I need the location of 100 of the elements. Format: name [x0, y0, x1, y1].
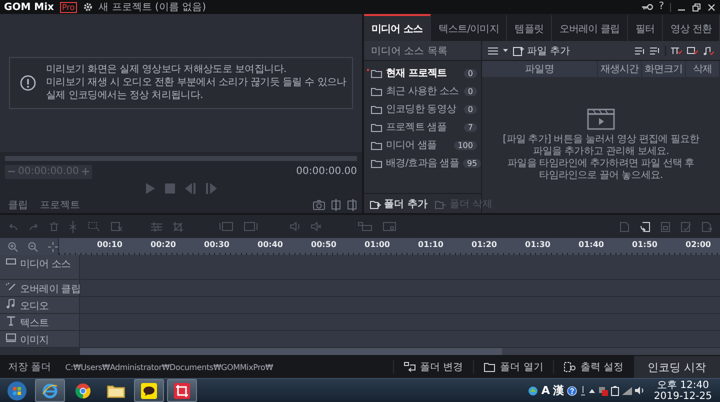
source-item[interactable]: 인코딩한 동영상 0 [364, 100, 481, 118]
column-header[interactable]: 재생시간 [598, 61, 642, 77]
folder-icon [371, 86, 382, 96]
key-icon[interactable] [642, 3, 653, 11]
track-header[interactable]: 텍스트 [0, 314, 80, 330]
screen-link-icon[interactable] [383, 222, 396, 231]
folder-icon[interactable] [107, 384, 125, 398]
fit-icon[interactable] [48, 242, 58, 252]
save-icon[interactable] [661, 222, 670, 232]
split-left-icon[interactable] [331, 198, 341, 210]
fade-out-icon[interactable] [244, 222, 258, 231]
ruler-label: 00:50 [310, 239, 338, 251]
redo-icon[interactable] [29, 222, 39, 230]
clock[interactable]: 오후 12:40 2019-12-25 [648, 380, 718, 402]
preview-tab[interactable]: 클립 [5, 198, 31, 212]
export-file-icon[interactable] [702, 222, 712, 232]
clip-delete-icon[interactable] [111, 222, 123, 232]
notice-text: 실제 인코딩에서는 정상 처리됩니다. [46, 90, 204, 102]
folder-icon [371, 140, 382, 150]
track-header[interactable]: 미디어 소스 [0, 255, 80, 279]
trash-icon[interactable] [50, 222, 58, 231]
sort-down-icon[interactable] [650, 46, 660, 54]
column-header[interactable]: 삭제 [686, 61, 720, 77]
count-badge: 0 [464, 104, 477, 114]
signal-icon[interactable] [622, 386, 632, 394]
source-item[interactable]: 현재 프로젝트 0 [364, 64, 481, 82]
input-method-indicator[interactable]: 漢 [552, 383, 564, 398]
screen-switch-icon[interactable] [358, 222, 372, 231]
source-item[interactable]: 배경/효과음 샘플 95 [364, 154, 481, 172]
folder-icon [484, 362, 496, 372]
save-as-icon[interactable] [681, 222, 691, 232]
zoom-out-icon[interactable] [28, 242, 38, 252]
restore-icon[interactable] [692, 2, 701, 12]
show-hidden-icon[interactable] [588, 388, 595, 393]
video-app-icon[interactable] [174, 382, 190, 398]
minus-icon[interactable] [8, 168, 15, 175]
help-button[interactable]: ? [658, 1, 664, 13]
column-header[interactable]: 파일명 [482, 61, 598, 77]
footer-button[interactable]: 폴더 열기 [473, 360, 554, 374]
stop-icon[interactable] [165, 182, 175, 194]
zoom-in-icon[interactable] [8, 242, 18, 252]
ruler-label: 01:00 [364, 239, 391, 251]
select-clip-icon[interactable] [88, 222, 100, 232]
folder-icon [371, 104, 382, 114]
rotate-file-icon[interactable] [640, 222, 650, 232]
scrollbar-thumb[interactable] [80, 348, 502, 355]
track-header[interactable]: 오디오 [0, 297, 80, 313]
play-icon[interactable] [145, 182, 155, 194]
source-item[interactable]: 미디어 샘플 100 [364, 136, 481, 154]
media-tab[interactable]: 미디어 소스 [364, 14, 431, 41]
output-settings-icon [564, 362, 576, 372]
source-item[interactable]: 최근 사용한 소스 0 [364, 82, 481, 100]
wand-icon [6, 282, 16, 292]
browser-e-icon[interactable] [42, 382, 58, 398]
sort-up-icon[interactable] [635, 46, 645, 54]
crop-icon[interactable] [173, 222, 183, 232]
next-frame-icon[interactable] [206, 182, 217, 194]
network-icon[interactable] [528, 386, 538, 396]
caret-icon[interactable] [503, 49, 508, 52]
add-file-button[interactable]: 파일 추가 [513, 44, 570, 58]
undo-icon[interactable] [8, 222, 18, 230]
list-view-icon[interactable] [488, 46, 498, 54]
settings-icon[interactable] [82, 2, 93, 12]
close-icon[interactable] [707, 2, 716, 12]
track-header[interactable]: 오버레이 클립 [0, 280, 80, 296]
footer-button[interactable]: 폴더 변경 [392, 360, 474, 374]
fade-in-icon[interactable] [219, 222, 233, 231]
film-icon [6, 257, 16, 267]
start-orb-icon[interactable] [7, 380, 27, 400]
ruler-label: 00:40 [256, 239, 284, 251]
time-ruler[interactable]: 00:10 00:20 00:30 00:40 00:50 01:00 01:10 01:20 01:30 01:40 01:50 02:00 [59, 238, 720, 255]
music-check-icon[interactable] [703, 46, 714, 54]
column-header[interactable]: 화면크기 [642, 61, 686, 77]
new-file-icon[interactable] [620, 222, 629, 232]
clip-check-icon[interactable] [687, 46, 698, 54]
empty-state-text: [파일 추가] 버튼을 눌러서 영상 편집에 필요한 파일을 추가하고 관리해 보세요. 파일을 타임라인에 추가하려면 파일 선택 후 타임라인으로 끌어 놓으세요. [502, 134, 700, 182]
adjust-icon[interactable] [151, 222, 162, 232]
previous-frame-icon[interactable] [185, 182, 196, 194]
folder-plus-icon [370, 198, 381, 208]
source-item[interactable]: 프로젝트 샘플 7 [364, 118, 481, 136]
speaker-icon[interactable] [290, 222, 300, 231]
volume-icon[interactable] [634, 386, 645, 395]
mute-icon[interactable] [311, 222, 322, 231]
battery-icon[interactable] [610, 386, 619, 396]
encode-button[interactable]: 인코딩 시작 [634, 356, 720, 378]
help-circle-icon[interactable] [566, 386, 577, 396]
chat-bubble-icon[interactable] [141, 382, 157, 398]
track-header[interactable]: 이미지 [0, 331, 80, 347]
scissors-icon[interactable] [69, 220, 77, 232]
camera-icon[interactable] [313, 200, 325, 210]
folder-action-button[interactable]: 폴더 추가 [370, 196, 428, 210]
ruler-label: 02:00 [684, 239, 712, 251]
app-logo: GOM Mix [4, 2, 54, 12]
chrome-icon[interactable] [75, 382, 91, 398]
plus-icon[interactable] [82, 168, 89, 175]
scrollbar[interactable] [80, 348, 720, 355]
split-right-icon[interactable] [347, 198, 357, 210]
preview-tab[interactable]: 프로젝트 [37, 198, 83, 212]
input-method-indicator[interactable]: A [541, 384, 550, 397]
video-check-icon[interactable] [671, 46, 682, 54]
